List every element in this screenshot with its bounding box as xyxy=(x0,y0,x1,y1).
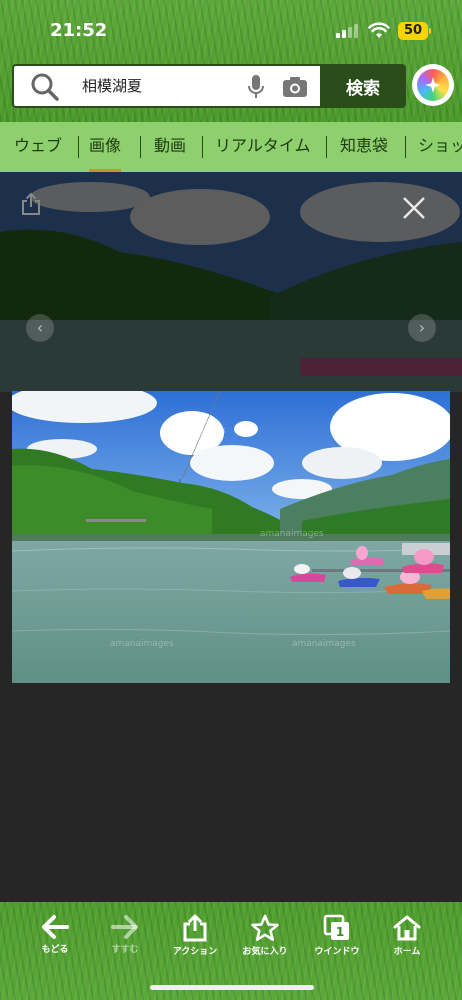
tab-divider xyxy=(326,136,327,158)
battery-indicator: 50 xyxy=(398,22,428,40)
watermark-text: amanaimages xyxy=(162,426,226,436)
home-button[interactable]: ホーム xyxy=(376,914,438,960)
tab-divider xyxy=(140,136,141,158)
battery-tip xyxy=(429,28,431,34)
home-icon xyxy=(393,915,421,941)
status-bar: 21:52 50 xyxy=(0,18,462,44)
watermark-text: amanaimages xyxy=(292,639,356,649)
watermark-text: amanaimages xyxy=(110,639,174,649)
tab-realtime[interactable]: リアルタイム xyxy=(215,122,311,172)
home-label: ホーム xyxy=(393,947,421,957)
action-button[interactable]: アクション xyxy=(164,914,226,960)
microphone-icon[interactable] xyxy=(246,74,266,100)
search-bar: 検索 xyxy=(12,64,406,108)
windows-button[interactable]: 1 ウインドウ xyxy=(306,914,368,960)
watermark-text: amanaimages xyxy=(260,529,324,539)
assistant-button[interactable] xyxy=(412,64,454,106)
action-label: アクション xyxy=(172,947,218,957)
close-icon[interactable] xyxy=(400,194,428,222)
tab-divider xyxy=(202,136,203,158)
bottom-toolbar: もどる すすむ アクション お気に入り 1 ウインドウ ホーム xyxy=(0,902,462,1000)
tab-chiebukuro[interactable]: 知恵袋 xyxy=(340,122,388,172)
next-image-button[interactable]: › xyxy=(408,314,436,342)
share-icon xyxy=(183,914,207,942)
tab-images[interactable]: 画像 xyxy=(89,122,122,172)
previous-image-button[interactable]: ‹ xyxy=(26,314,54,342)
tab-web[interactable]: ウェブ xyxy=(14,122,62,172)
tab-videos[interactable]: 動画 xyxy=(154,122,186,172)
favorites-label: お気に入り xyxy=(242,947,288,957)
lake-photo[interactable]: amanaimages amanaimages amanaimages aman… xyxy=(12,391,450,683)
cellular-signal-icon xyxy=(336,24,358,38)
star-icon xyxy=(251,914,279,941)
sparkle-icon xyxy=(417,69,449,101)
back-label: もどる xyxy=(41,945,69,955)
share-icon[interactable] xyxy=(20,192,42,216)
windows-icon: 1 xyxy=(323,914,349,940)
image-viewer: ‹ › amanaimages amanaimages amanaimages … xyxy=(0,172,462,902)
tab-divider xyxy=(405,136,406,158)
tab-divider xyxy=(78,136,79,158)
windows-label: ウインドウ xyxy=(314,947,360,957)
status-time: 21:52 xyxy=(50,20,108,41)
background-lake-photo xyxy=(0,172,462,392)
back-button[interactable]: もどる xyxy=(24,914,86,960)
forward-arrow-icon xyxy=(111,915,138,939)
home-indicator[interactable] xyxy=(150,985,314,990)
wifi-icon xyxy=(368,22,390,38)
tab-shopping[interactable]: ショッ xyxy=(418,122,462,172)
search-tabs: ウェブ 画像 動画 リアルタイム 知恵袋 ショッ xyxy=(0,122,462,172)
favorites-button[interactable]: お気に入り xyxy=(234,914,296,960)
forward-label: すすむ xyxy=(111,945,139,955)
back-arrow-icon xyxy=(42,915,69,939)
window-count-badge: 1 xyxy=(336,925,344,939)
header: 21:52 50 検索 xyxy=(0,0,462,122)
search-icon[interactable] xyxy=(30,72,60,102)
search-button[interactable]: 検索 xyxy=(320,64,406,108)
forward-button[interactable]: すすむ xyxy=(94,914,156,960)
camera-icon[interactable] xyxy=(282,76,308,98)
search-input[interactable] xyxy=(82,66,232,106)
